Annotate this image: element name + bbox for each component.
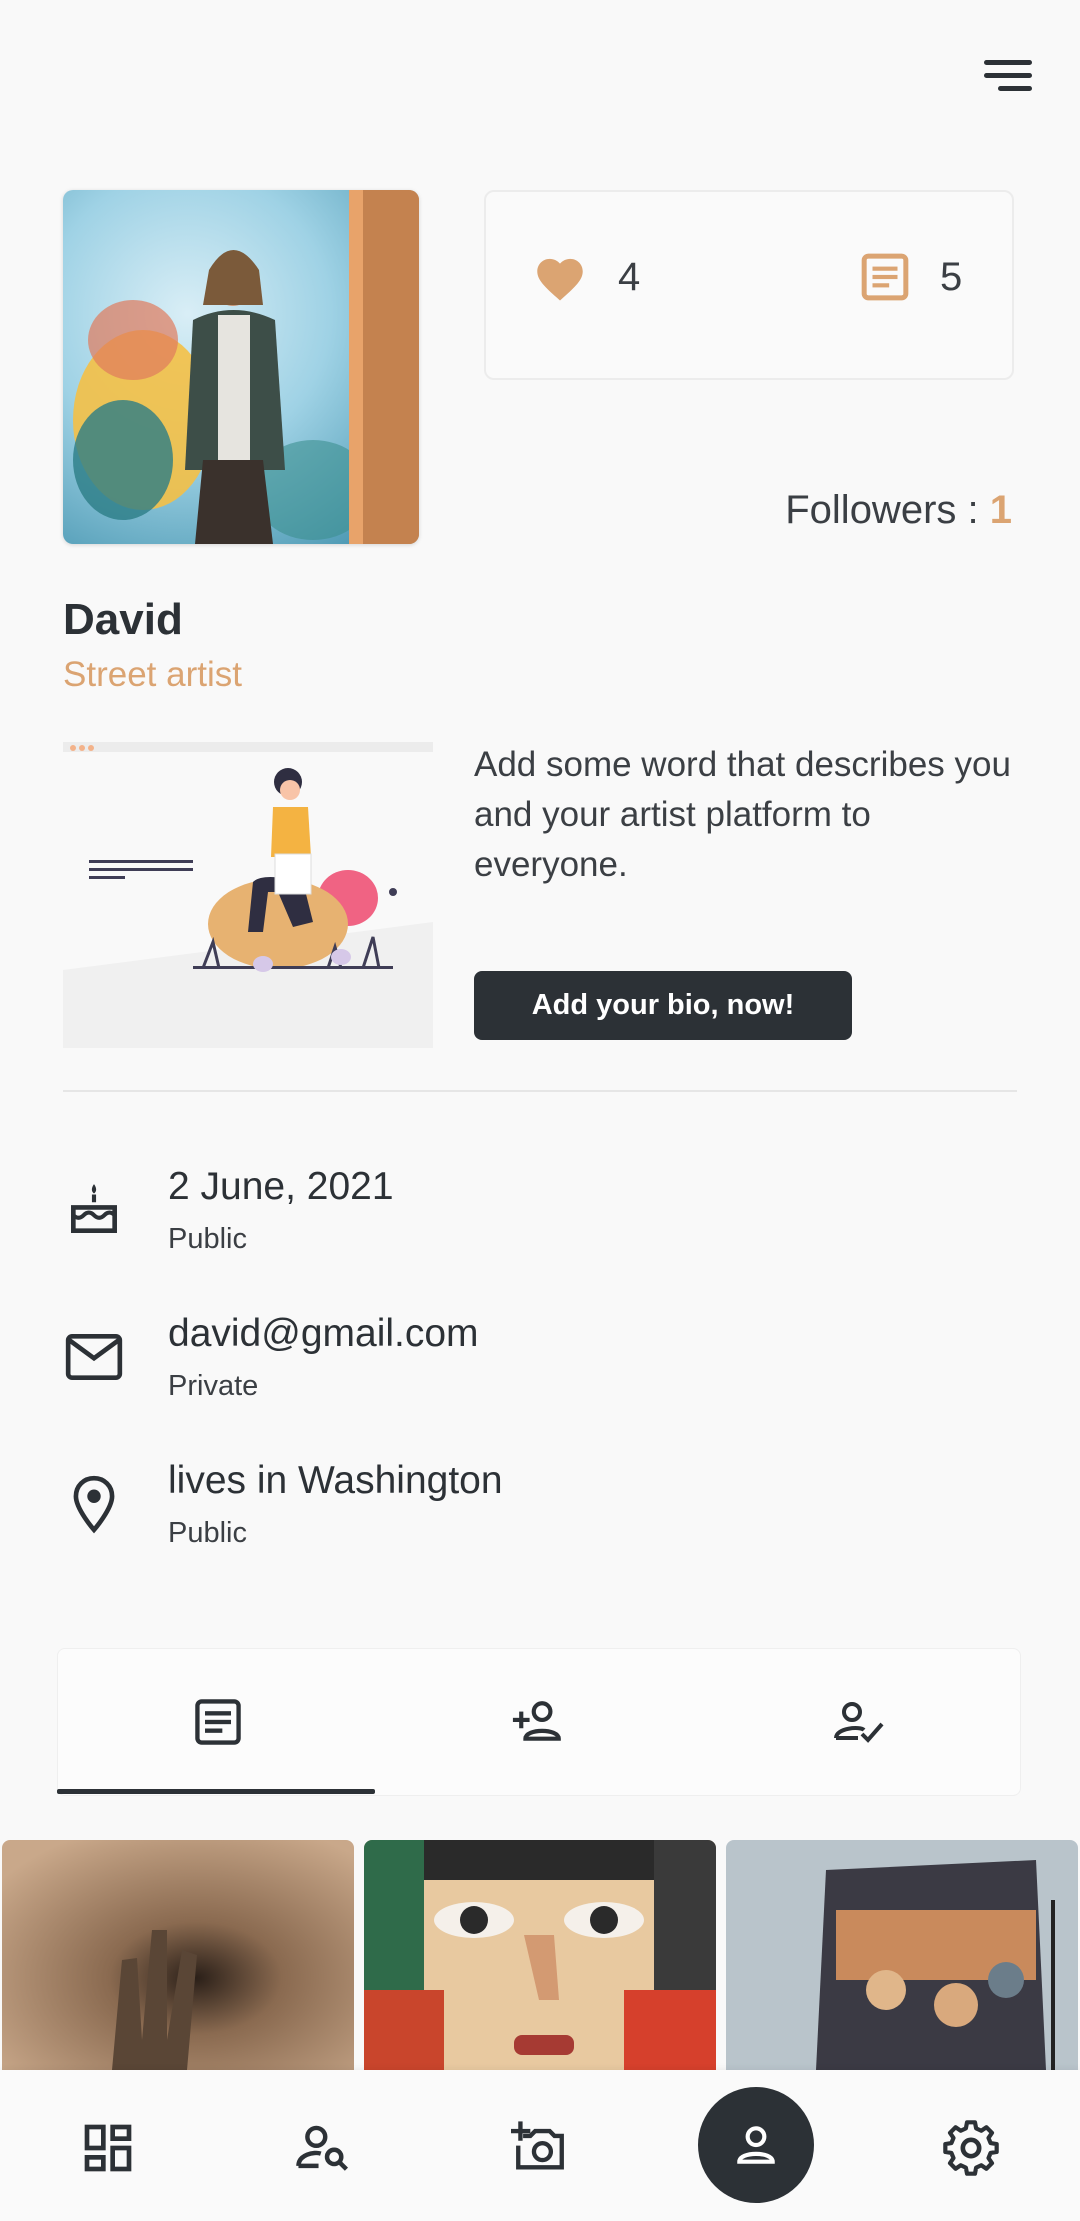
bio-illustration (63, 742, 433, 1048)
info-row-birthday[interactable]: 2 June, 2021 Public (63, 1165, 963, 1275)
info-location-value: lives in Washington (168, 1459, 503, 1502)
tab-followers[interactable] (698, 1649, 1018, 1795)
dashboard-icon (84, 2124, 132, 2172)
info-email-value: david@gmail.com (168, 1312, 479, 1355)
add-bio-button[interactable]: Add your bio, now! (474, 971, 852, 1040)
followers-label[interactable]: Followers : 1 (785, 488, 1012, 533)
bottom-navigation (0, 2070, 1080, 2221)
info-location-visibility: Public (168, 1517, 247, 1549)
stats-card: 4 5 (484, 190, 1014, 380)
info-email-visibility: Private (168, 1370, 259, 1402)
likes-count: 4 (618, 254, 641, 299)
person-check-icon (834, 1702, 884, 1743)
section-divider (63, 1090, 1017, 1092)
settings-gear-icon (943, 2120, 999, 2176)
person-search-icon (296, 2125, 349, 2171)
profile-tabs (57, 1648, 1021, 1796)
profile-name: David (63, 595, 183, 644)
likes-stat[interactable]: 4 (532, 252, 640, 302)
nav-profile[interactable] (698, 2087, 814, 2203)
profile-role: Street artist (63, 655, 242, 694)
info-row-email[interactable]: david@gmail.com Private (63, 1312, 963, 1422)
person-add-icon (512, 1701, 561, 1741)
bio-prompt-text: Add some word that describes you and you… (474, 745, 1011, 884)
profile-avatar[interactable] (63, 190, 419, 544)
post-thumbnail[interactable] (2, 1840, 354, 2070)
info-row-location[interactable]: lives in Washington Public (63, 1459, 963, 1569)
active-tab-indicator (57, 1789, 375, 1794)
nav-add-photo[interactable] (500, 2108, 580, 2188)
nav-search-people[interactable] (283, 2108, 363, 2188)
post-thumbnail[interactable] (726, 1840, 1078, 2070)
location-pin-icon (73, 1475, 115, 1534)
nav-dashboard[interactable] (68, 2108, 148, 2188)
hamburger-menu-icon[interactable] (962, 50, 1032, 100)
posts-count: 5 (940, 254, 963, 299)
tab-following[interactable] (380, 1649, 700, 1795)
heart-icon (537, 258, 583, 301)
profile-icon (737, 2126, 775, 2164)
article-icon (195, 1699, 241, 1745)
posts-stat[interactable]: 5 (860, 252, 962, 302)
add-photo-icon (511, 2121, 564, 2170)
info-birthday-visibility: Public (168, 1223, 247, 1255)
followers-count: 1 (989, 488, 1012, 532)
nav-settings[interactable] (931, 2108, 1011, 2188)
cake-icon (71, 1184, 117, 1233)
info-birthday-value: 2 June, 2021 (168, 1165, 394, 1208)
post-thumbnail[interactable] (364, 1840, 716, 2070)
mail-icon (65, 1334, 123, 1380)
tab-posts[interactable] (58, 1649, 378, 1795)
article-icon (861, 253, 909, 301)
